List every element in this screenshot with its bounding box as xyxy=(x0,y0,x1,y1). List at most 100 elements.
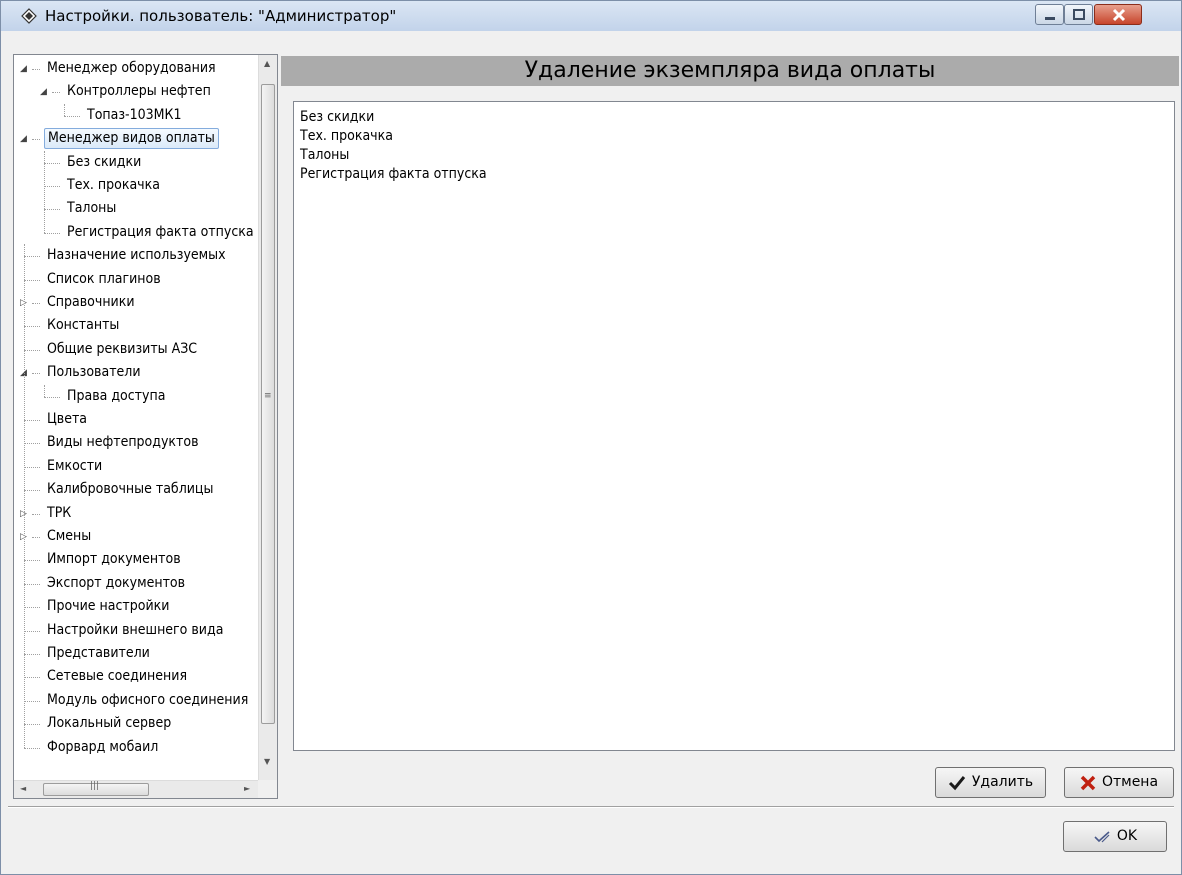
tree-horizontal-scrollbar[interactable]: ◄ ||| ► xyxy=(14,780,259,798)
tree-item[interactable]: ТРК xyxy=(44,502,74,525)
tree-item[interactable]: Импорт документов xyxy=(44,548,184,571)
window-title: Настройки. пользователь: "Администратор" xyxy=(45,7,397,25)
tree-connector xyxy=(24,420,40,421)
tree-item-label: Экспорт документов xyxy=(47,574,186,591)
tree-item[interactable]: Сетевые соединения xyxy=(44,665,190,688)
grip-icon: ≡ xyxy=(264,391,272,401)
tree-guide-line xyxy=(24,244,25,748)
tree-item-label: Прочие настройки xyxy=(47,598,170,615)
ok-button[interactable]: OK xyxy=(1063,821,1167,852)
tree-item[interactable]: Цвета xyxy=(44,408,90,431)
list-item[interactable]: Регистрация факта отпуска xyxy=(300,165,487,184)
scroll-down-arrow-icon[interactable]: ▼ xyxy=(264,757,270,766)
tree-connector xyxy=(24,490,40,492)
tree-item-label: Назначение используемых xyxy=(47,247,226,264)
tree-connector xyxy=(24,443,40,445)
tree-item[interactable]: Справочники xyxy=(44,291,138,314)
cancel-button[interactable]: Отмена xyxy=(1064,767,1174,798)
delete-button-label: Удалить xyxy=(971,774,1034,790)
tree-item[interactable]: Список плагинов xyxy=(44,268,164,291)
tree-item[interactable]: Менеджер оборудования xyxy=(44,57,219,80)
tree-connector xyxy=(32,69,40,70)
tree-item[interactable]: Модуль офисного соединения xyxy=(44,689,251,712)
tree-item-label: Емкости xyxy=(47,457,103,474)
tree-item-label: Топаз-103МК1 xyxy=(87,106,182,123)
payment-types-list[interactable]: Без скидки Тех. прокачка Талоны Регистра… xyxy=(293,101,1175,751)
tree-connector xyxy=(24,583,40,585)
tree-item[interactable]: Калибровочные таблицы xyxy=(44,478,216,501)
maximize-button[interactable] xyxy=(1064,4,1093,25)
tree-item-label: Сетевые соединения xyxy=(47,668,188,685)
tree-item[interactable]: Настройки внешнего вида xyxy=(44,619,226,642)
tree-item-label: Справочники xyxy=(47,294,135,310)
expand-triangle-icon[interactable]: ◢ xyxy=(20,128,27,151)
tree-connector xyxy=(24,724,40,726)
tree-item-label: Локальный сервер xyxy=(47,715,172,732)
tree-item[interactable]: Прочие настройки xyxy=(44,595,172,618)
tree-connector xyxy=(24,747,40,749)
list-item[interactable]: Тех. прокачка xyxy=(300,127,393,146)
tree-connector xyxy=(44,162,60,164)
tree-connector xyxy=(52,92,60,94)
tree-item[interactable]: Емкости xyxy=(44,455,105,478)
tree-item[interactable]: Назначение используемых xyxy=(44,244,229,267)
title-bar[interactable]: Настройки. пользователь: "Администратор" xyxy=(1,1,1181,31)
tree-connector xyxy=(32,373,40,375)
tree-item[interactable]: Регистрация факта отпуска xyxy=(64,221,257,244)
expand-triangle-icon[interactable]: ◢ xyxy=(40,81,47,104)
tree-item-label: Калибровочные таблицы xyxy=(47,481,214,498)
tree-item-label: Настройки внешнего вида xyxy=(47,621,224,638)
tree-item[interactable]: Форвард мобаил xyxy=(44,736,161,759)
tree-connector xyxy=(44,186,60,187)
scroll-right-arrow-icon[interactable]: ► xyxy=(244,784,250,793)
tree-item-label: Общие реквизиты АЗС xyxy=(47,340,198,357)
tree-item[interactable]: Константы xyxy=(44,314,122,337)
tree-item-label: Тех. прокачка xyxy=(67,177,160,193)
tree-item[interactable]: Представители xyxy=(44,642,153,665)
minimize-button[interactable] xyxy=(1035,4,1064,25)
expand-triangle-icon[interactable]: ◢ xyxy=(20,58,27,81)
tree-item-label: Смены xyxy=(47,528,92,544)
tree-item[interactable]: Виды нефтепродуктов xyxy=(44,431,202,454)
tree-connector xyxy=(24,654,40,655)
pencil-check-icon xyxy=(1094,830,1110,842)
maximize-icon xyxy=(1073,9,1085,20)
tree-item[interactable]: Контроллеры нефтеп xyxy=(64,80,214,103)
close-button[interactable] xyxy=(1094,4,1142,25)
tree-horizontal-scroll-thumb[interactable]: ||| xyxy=(43,781,149,796)
tree-vertical-scrollbar[interactable]: ▲ ≡ ▼ xyxy=(258,55,277,781)
tree-item[interactable]: Пользователи xyxy=(44,361,144,384)
checkmark-icon xyxy=(948,775,966,790)
tree-item[interactable]: Без скидки xyxy=(64,151,144,174)
tree-item[interactable]: Менеджер видов оплаты xyxy=(44,127,219,150)
tree-connector xyxy=(32,303,40,304)
tree-guide-line xyxy=(44,150,45,233)
settings-tree[interactable]: Менеджер оборудования ◢ Контроллеры нефтеп… xyxy=(13,54,278,799)
tree-item-label: Регистрация факта отпуска xyxy=(67,223,254,240)
delete-button[interactable]: Удалить xyxy=(935,767,1046,798)
scroll-up-arrow-icon[interactable]: ▲ xyxy=(264,59,270,68)
tree-connector xyxy=(24,256,40,258)
close-icon xyxy=(1112,8,1126,22)
tree-item-label: Пользователи xyxy=(47,364,141,381)
tree-item[interactable]: Экспорт документов xyxy=(44,572,188,595)
tree-vertical-scroll-thumb[interactable]: ≡ xyxy=(261,84,275,724)
tree-connector xyxy=(24,630,40,632)
tree-connector xyxy=(44,209,60,211)
tree-item-label: Константы xyxy=(47,317,120,334)
tree-item-label: Менеджер видов оплаты xyxy=(44,128,219,150)
scroll-left-arrow-icon[interactable]: ◄ xyxy=(20,784,26,793)
tree-connector xyxy=(24,326,40,328)
tree-connector xyxy=(44,232,60,234)
tree-item[interactable]: Общие реквизиты АЗС xyxy=(44,338,200,361)
tree-item[interactable]: Локальный сервер xyxy=(44,712,174,735)
list-item[interactable]: Талоны xyxy=(300,146,349,165)
panel-title: Удаление экземпляра вида оплаты xyxy=(524,58,936,83)
tree-item[interactable]: Права доступа xyxy=(64,385,168,408)
tree-item[interactable]: Смены xyxy=(44,525,94,548)
tree-item[interactable]: Топаз-103МК1 xyxy=(84,104,184,127)
list-item[interactable]: Без скидки xyxy=(300,108,374,127)
tree-item[interactable]: Тех. прокачка xyxy=(64,174,163,197)
tree-item[interactable]: Талоны xyxy=(64,197,119,220)
footer-divider-highlight xyxy=(8,807,1174,808)
